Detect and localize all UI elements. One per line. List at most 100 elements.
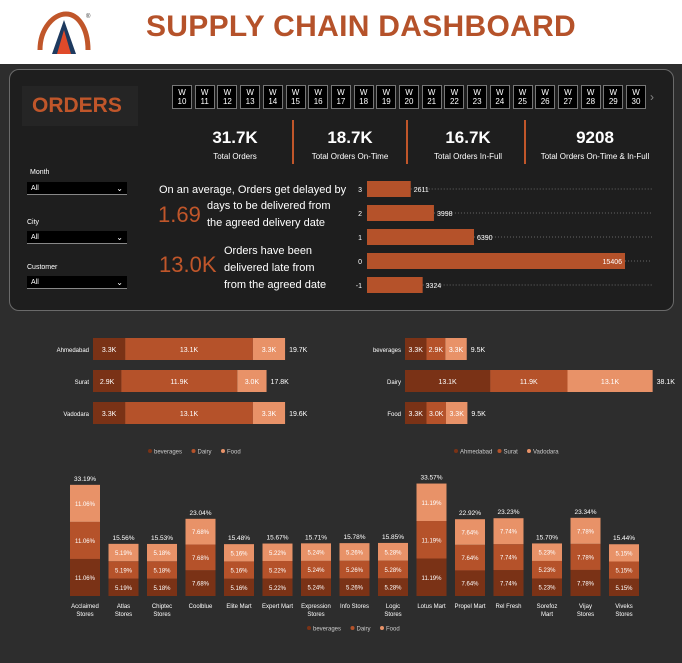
- week-button[interactable]: W 23: [467, 85, 488, 109]
- week-button-prefix: W: [632, 88, 640, 97]
- week-button-prefix: W: [359, 88, 368, 97]
- chevron-down-icon: ⌄: [116, 278, 123, 287]
- week-button[interactable]: W 14: [262, 85, 283, 109]
- week-button-number: 28: [586, 97, 596, 106]
- week-button-prefix: W: [518, 88, 527, 97]
- week-button-prefix: W: [564, 88, 572, 97]
- week-button[interactable]: W 20: [399, 85, 419, 109]
- week-button[interactable]: W 27: [557, 85, 578, 109]
- week-button-number: 26: [540, 97, 550, 106]
- week-button-prefix: W: [291, 88, 300, 97]
- week-button-prefix: W: [541, 88, 549, 97]
- week-scroll-icon[interactable]: ›: [650, 90, 654, 104]
- month-filter-value: All: [31, 185, 39, 192]
- week-button-number: 23: [472, 97, 482, 106]
- kpi-separator: [524, 120, 526, 164]
- week-button-number: 29: [608, 97, 618, 106]
- kpi-on-time-value: 18.7K: [327, 128, 373, 147]
- delay-stat-value: 1.69: [158, 202, 201, 227]
- week-button-prefix: W: [382, 88, 391, 97]
- week-button-prefix: W: [269, 88, 277, 97]
- week-button[interactable]: W 29: [603, 85, 624, 109]
- week-button-prefix: W: [586, 88, 595, 97]
- week-button-number: 20: [404, 97, 414, 106]
- kpi-on-time-label: Total Orders On-Time: [311, 152, 389, 161]
- week-button[interactable]: W 18: [353, 85, 374, 109]
- week-button-number: 17: [336, 97, 346, 106]
- week-button-number: 25: [518, 97, 527, 106]
- week-button-number: 12: [222, 97, 232, 106]
- week-button[interactable]: W 28: [580, 85, 601, 109]
- week-button-number: 11: [200, 97, 209, 106]
- delay-stat-line2: days to be delivered from: [207, 200, 331, 212]
- kpi-separator: [292, 120, 294, 164]
- week-button-prefix: W: [178, 88, 186, 97]
- customer-filter-value: All: [31, 279, 39, 286]
- kpi-otif-value: 9208: [576, 128, 614, 147]
- week-button[interactable]: W 30: [626, 85, 646, 109]
- kpi-in-full-label: Total Orders In-Full: [433, 152, 503, 161]
- week-button[interactable]: W 12: [217, 85, 238, 109]
- city-filter-label: City: [27, 219, 40, 226]
- week-button-prefix: W: [473, 88, 481, 97]
- late-stat-line1: Orders have been: [224, 245, 313, 257]
- week-button[interactable]: W 17: [330, 85, 351, 109]
- week-button-number: 10: [177, 97, 187, 106]
- week-button-prefix: W: [223, 88, 232, 97]
- a-letter-logo-icon: ®: [37, 11, 91, 54]
- week-button-number: 22: [449, 97, 459, 106]
- week-button-number: 21: [427, 97, 437, 106]
- week-button[interactable]: W 16: [308, 85, 329, 109]
- customer-filter-label: Customer: [27, 264, 58, 271]
- week-button[interactable]: W 25: [512, 85, 533, 109]
- week-button-prefix: W: [337, 88, 345, 97]
- week-button[interactable]: W 26: [535, 85, 556, 109]
- week-button-prefix: W: [609, 88, 618, 97]
- week-button[interactable]: W 19: [376, 85, 397, 109]
- kpi-total-orders-value: 31.7K: [212, 128, 258, 147]
- week-button[interactable]: W 11: [194, 85, 215, 109]
- week-button-number: 18: [359, 97, 369, 106]
- week-button-number: 19: [381, 97, 391, 106]
- chevron-down-icon: ⌄: [116, 233, 123, 242]
- kpi-total-orders-label: Total Orders: [213, 152, 257, 161]
- week-button[interactable]: W 24: [489, 85, 510, 109]
- week-button[interactable]: W 22: [444, 85, 465, 109]
- week-button-number: 13: [245, 97, 255, 106]
- city-filter-value: All: [31, 234, 39, 241]
- week-button-prefix: W: [246, 88, 254, 97]
- week-button-prefix: W: [427, 88, 436, 97]
- delay-stat-prefix: On an average, Orders get delayed by: [159, 184, 347, 196]
- city-filter-select[interactable]: All ⌄: [27, 231, 127, 244]
- week-button[interactable]: W 10: [172, 85, 192, 109]
- week-button-prefix: W: [405, 88, 413, 97]
- orders-title: ORDERS: [32, 94, 122, 117]
- late-stat-line2: delivered late from: [224, 262, 315, 274]
- week-button-number: 16: [313, 97, 323, 106]
- page-title: SUPPLY CHAIN DASHBOARD: [146, 10, 576, 43]
- week-button-number: 24: [495, 97, 505, 106]
- kpi-otif-label: Total Orders On-Time & In-Full: [540, 152, 650, 161]
- week-button-prefix: W: [200, 88, 209, 97]
- header: ® SUPPLY CHAIN DASHBOARD: [0, 0, 682, 64]
- week-button-number: 30: [631, 97, 641, 106]
- week-button[interactable]: W 15: [285, 85, 306, 109]
- month-filter-select[interactable]: All ⌄: [27, 182, 127, 195]
- week-button-prefix: W: [496, 88, 504, 97]
- registered-mark: ®: [86, 13, 91, 20]
- week-button-prefix: W: [450, 88, 459, 97]
- delay-stat-line3: the agreed delivery date: [207, 217, 326, 229]
- week-button[interactable]: W 21: [421, 85, 442, 109]
- week-button-number: 15: [291, 97, 300, 106]
- kpi-separator: [406, 120, 408, 164]
- week-button[interactable]: W 13: [240, 85, 261, 109]
- customer-filter-select[interactable]: All ⌄: [27, 276, 127, 289]
- month-filter-label: Month: [30, 169, 50, 176]
- chevron-down-icon: ⌄: [116, 184, 123, 193]
- late-stat-value: 13.0K: [159, 252, 217, 277]
- week-button-number: 27: [563, 97, 573, 106]
- week-button-prefix: W: [314, 88, 322, 97]
- kpi-in-full-value: 16.7K: [445, 128, 491, 147]
- week-button-number: 14: [268, 97, 278, 106]
- late-stat-line3: from the agreed date: [224, 279, 327, 291]
